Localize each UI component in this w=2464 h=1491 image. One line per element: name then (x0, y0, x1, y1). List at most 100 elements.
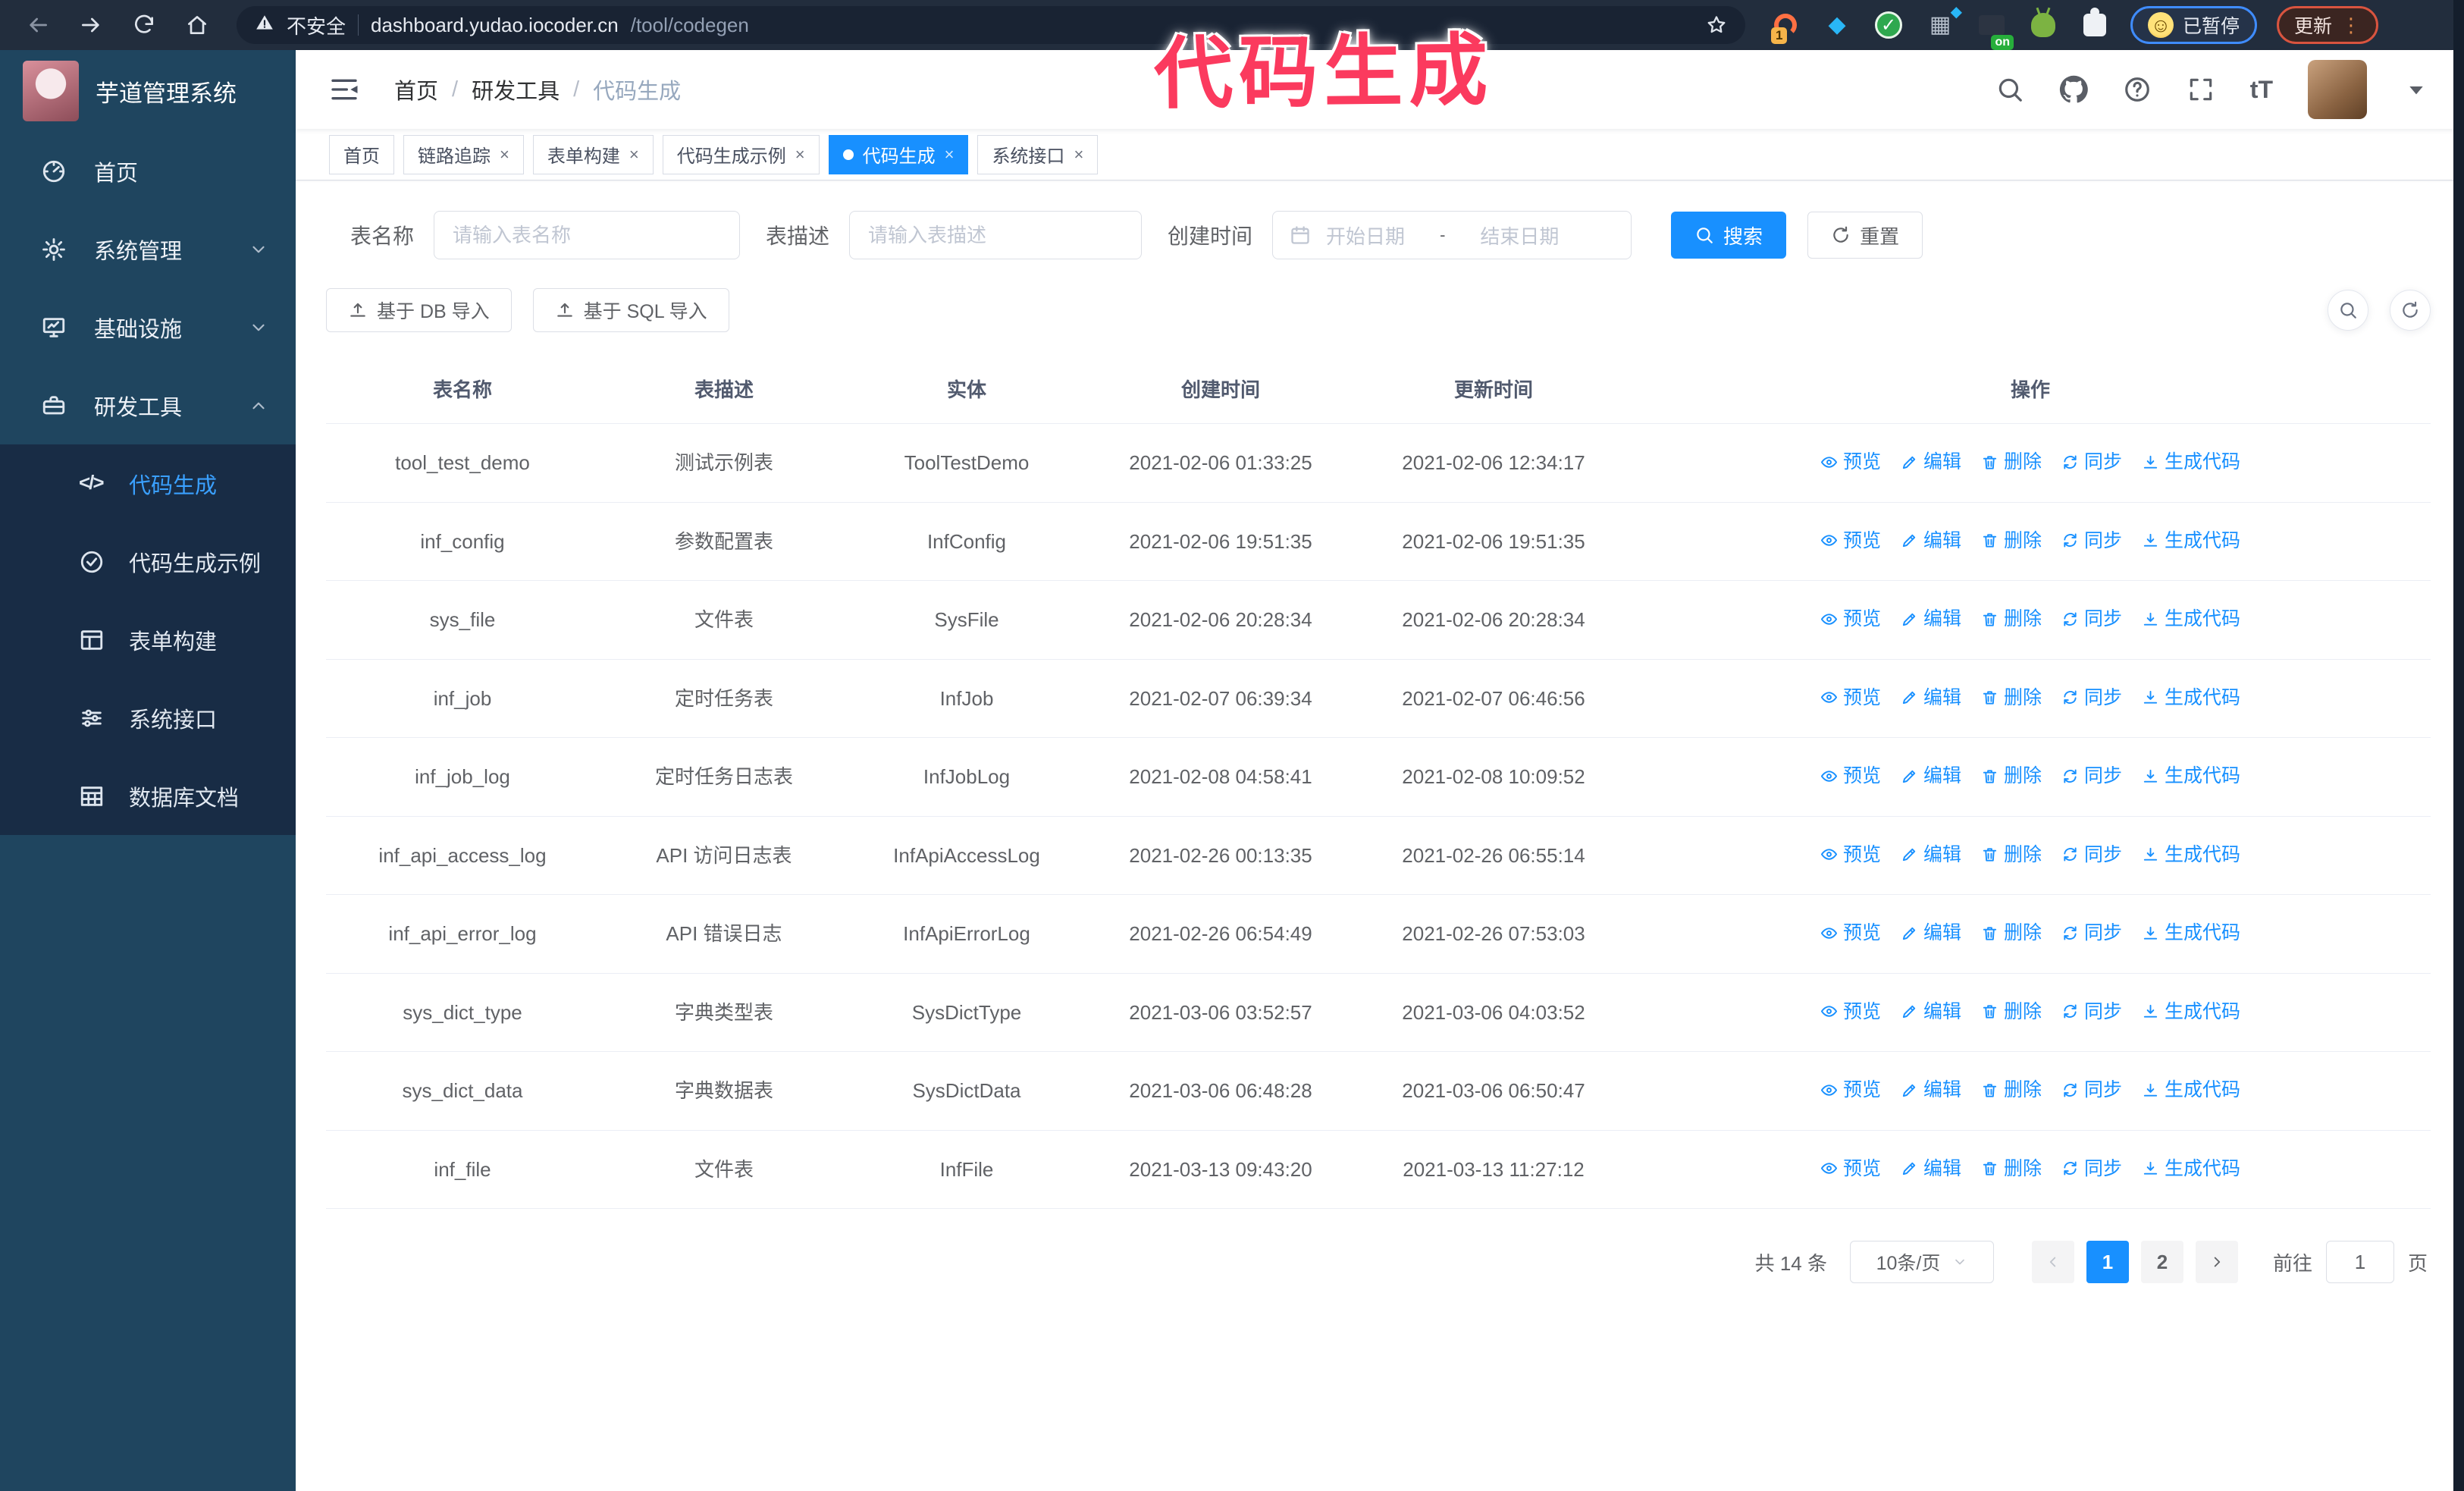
row-action-sync[interactable]: 同步 (2061, 447, 2122, 477)
row-action-generate[interactable]: 生成代码 (2142, 1154, 2240, 1184)
search-icon[interactable] (1995, 75, 2024, 104)
back-icon[interactable] (17, 4, 59, 46)
sidebar-item-dev-tools[interactable]: 研发工具 (0, 366, 296, 444)
extension-diamond-icon[interactable]: ◆ (1821, 9, 1853, 41)
row-action-sync[interactable]: 同步 (2061, 840, 2122, 870)
row-action-preview[interactable]: 预览 (1820, 840, 1881, 870)
profile-paused-badge[interactable]: ☺ 已暂停 (2130, 6, 2258, 44)
row-action-edit[interactable]: 编辑 (1901, 604, 1961, 634)
row-action-delete[interactable]: 删除 (1981, 1154, 2042, 1184)
extension-check-icon[interactable]: ✓ (1873, 9, 1904, 41)
browser-menu-icon[interactable]: ⋮ (2341, 14, 2361, 37)
reset-button[interactable]: 重置 (1807, 212, 1923, 259)
sidebar-item-home[interactable]: 首页 (0, 132, 296, 210)
row-action-delete[interactable]: 删除 (1981, 604, 2042, 634)
extension-android-icon[interactable] (2027, 9, 2059, 41)
row-action-edit[interactable]: 编辑 (1901, 1154, 1961, 1184)
table-name-input[interactable] (434, 211, 741, 259)
avatar-caret-icon[interactable] (2402, 75, 2431, 104)
row-action-edit[interactable]: 编辑 (1901, 761, 1961, 791)
row-action-delete[interactable]: 删除 (1981, 683, 2042, 713)
forward-icon[interactable] (70, 4, 112, 46)
row-action-sync[interactable]: 同步 (2061, 1154, 2122, 1184)
sidebar-item-system-management[interactable]: 系统管理 (0, 210, 296, 288)
row-action-preview[interactable]: 预览 (1820, 997, 1881, 1027)
collapse-menu-icon[interactable] (329, 74, 359, 105)
sidebar-item-codegen[interactable]: </> 代码生成 (0, 444, 296, 523)
row-action-delete[interactable]: 删除 (1981, 1075, 2042, 1105)
row-action-generate[interactable]: 生成代码 (2142, 997, 2240, 1027)
sidebar-item-db-doc[interactable]: 数据库文档 (0, 757, 296, 835)
row-action-delete[interactable]: 删除 (1981, 997, 2042, 1027)
close-tab-icon[interactable]: × (629, 145, 639, 165)
row-action-preview[interactable]: 预览 (1820, 918, 1881, 948)
tab-trace[interactable]: 链路追踪 × (403, 134, 524, 174)
row-action-edit[interactable]: 编辑 (1901, 918, 1961, 948)
row-action-sync[interactable]: 同步 (2061, 761, 2122, 791)
row-action-generate[interactable]: 生成代码 (2142, 447, 2240, 477)
bookmark-star-icon[interactable] (1706, 14, 1727, 36)
close-tab-icon[interactable]: × (795, 145, 805, 165)
row-action-generate[interactable]: 生成代码 (2142, 683, 2240, 713)
home-icon[interactable] (176, 4, 218, 46)
reload-icon[interactable] (123, 4, 165, 46)
row-action-generate[interactable]: 生成代码 (2142, 604, 2240, 634)
row-action-generate[interactable]: 生成代码 (2142, 918, 2240, 948)
row-action-edit[interactable]: 编辑 (1901, 447, 1961, 477)
row-action-generate[interactable]: 生成代码 (2142, 840, 2240, 870)
extension-grid-icon[interactable]: ▦ ◆ (1924, 5, 1962, 41)
user-avatar[interactable] (2308, 60, 2367, 119)
row-action-generate[interactable]: 生成代码 (2142, 761, 2240, 791)
extension-on-icon[interactable]: on (1976, 9, 2014, 50)
close-tab-icon[interactable]: × (945, 145, 955, 165)
date-range-picker[interactable]: 开始日期 - 结束日期 (1272, 211, 1632, 259)
row-action-sync[interactable]: 同步 (2061, 918, 2122, 948)
row-action-preview[interactable]: 预览 (1820, 447, 1881, 477)
row-action-edit[interactable]: 编辑 (1901, 997, 1961, 1027)
start-date-placeholder[interactable]: 开始日期 (1326, 221, 1405, 250)
row-action-delete[interactable]: 删除 (1981, 761, 2042, 791)
row-action-generate[interactable]: 生成代码 (2142, 1075, 2240, 1105)
fullscreen-icon[interactable] (2187, 75, 2215, 104)
page-scrollbar[interactable] (2453, 0, 2464, 1491)
breadcrumb-item[interactable]: 首页 (394, 74, 438, 105)
page-button-2[interactable]: 2 (2140, 1241, 2183, 1283)
tab-home[interactable]: 首页 (329, 134, 394, 174)
row-action-sync[interactable]: 同步 (2061, 604, 2122, 634)
import-db-button[interactable]: 基于 DB 导入 (326, 288, 512, 332)
update-button[interactable]: 更新 ⋮ (2277, 6, 2379, 44)
tab-system-api[interactable]: 系统接口 × (977, 134, 1099, 174)
github-icon[interactable] (2059, 75, 2088, 104)
row-action-sync[interactable]: 同步 (2061, 997, 2122, 1027)
row-action-delete[interactable]: 删除 (1981, 918, 2042, 948)
row-action-edit[interactable]: 编辑 (1901, 526, 1961, 556)
row-action-generate[interactable]: 生成代码 (2142, 526, 2240, 556)
row-action-sync[interactable]: 同步 (2061, 1075, 2122, 1105)
close-tab-icon[interactable]: × (500, 145, 509, 165)
row-action-delete[interactable]: 删除 (1981, 526, 2042, 556)
extensions-puzzle-icon[interactable] (2079, 8, 2111, 41)
row-action-preview[interactable]: 预览 (1820, 1154, 1881, 1184)
row-action-edit[interactable]: 编辑 (1901, 683, 1961, 713)
row-action-delete[interactable]: 删除 (1981, 840, 2042, 870)
address-bar[interactable]: 不安全 dashboard.yudao.iocoder.cn /tool/cod… (237, 6, 1745, 44)
sidebar-item-system-api[interactable]: 系统接口 (0, 679, 296, 757)
row-action-preview[interactable]: 预览 (1820, 604, 1881, 634)
table-desc-input[interactable] (849, 211, 1143, 259)
row-action-preview[interactable]: 预览 (1820, 683, 1881, 713)
page-button-1[interactable]: 1 (2086, 1241, 2129, 1283)
row-action-sync[interactable]: 同步 (2061, 683, 2122, 713)
tab-codegen-example[interactable]: 代码生成示例 × (662, 134, 820, 174)
row-action-edit[interactable]: 编辑 (1901, 840, 1961, 870)
goto-page-input[interactable] (2325, 1241, 2394, 1283)
page-size-select[interactable]: 10条/页 (1849, 1241, 1994, 1283)
next-page-button[interactable] (2195, 1241, 2238, 1283)
sidebar-item-infrastructure[interactable]: 基础设施 (0, 288, 296, 366)
end-date-placeholder[interactable]: 结束日期 (1480, 221, 1559, 250)
sidebar-item-codegen-example[interactable]: 代码生成示例 (0, 523, 296, 601)
row-action-sync[interactable]: 同步 (2061, 526, 2122, 556)
row-action-preview[interactable]: 预览 (1820, 1075, 1881, 1105)
search-button[interactable]: 搜索 (1671, 212, 1787, 259)
extension-ring-icon[interactable]: 1 (1770, 9, 1801, 44)
app-logo[interactable]: 芋道管理系统 (0, 50, 296, 132)
